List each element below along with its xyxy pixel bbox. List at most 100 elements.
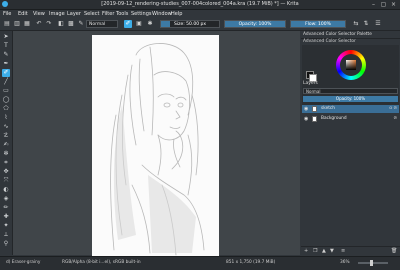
brush-preset-name: d) Eraser-grainy — [6, 260, 41, 265]
hue-ring[interactable] — [336, 50, 366, 80]
color-picker-icon[interactable]: ✏ — [2, 204, 10, 212]
title-bar: [2019-09-12_rendering-studies_007-004col… — [0, 0, 400, 10]
zoom-tool-icon[interactable]: ⚲ — [2, 240, 10, 248]
maximize-button[interactable]: ▢ — [380, 1, 387, 8]
minimize-button[interactable]: – — [370, 1, 377, 8]
select-shapes-icon[interactable]: ➤ — [2, 33, 10, 41]
layer-properties-icon[interactable]: ≡ — [341, 248, 345, 254]
visibility-eye-icon[interactable]: ◉ — [304, 116, 310, 122]
rectangle-tool-icon[interactable]: ▭ — [2, 87, 10, 95]
docker-panel: Advanced Color Selector Palette Advanced… — [301, 31, 400, 255]
status-bar: d) Eraser-grainy RGB/Alpha (8-bit i...el… — [0, 256, 400, 270]
measure-tool-icon[interactable]: ⟂ — [2, 231, 10, 239]
docker-tabs: Advanced Color Selector Palette — [301, 31, 400, 39]
layer-buttons: + ❐ ▲ ▼ ≡ 🗑 — [301, 246, 400, 255]
add-layer-icon[interactable]: + — [304, 248, 308, 254]
dynamic-brush-icon[interactable]: ✍ — [2, 141, 10, 149]
toolbox: ➤ T ✎ ✒ ✐ ╱ ▭ ◯ ⬠ ⌇ ∿ ☡ ✍ ✻ ⌗ ✥ ⤧ ◐ ◈ ✏ … — [0, 31, 13, 255]
polygon-tool-icon[interactable]: ⬠ — [2, 105, 10, 113]
menu-window[interactable]: Window — [152, 11, 172, 17]
flow-slider-label: Flow: 100% — [305, 22, 331, 27]
visibility-eye-icon[interactable]: ◉ — [304, 106, 310, 112]
layer-properties-icons[interactable]: α ⊘ — [389, 106, 397, 111]
freehand-brush-icon[interactable]: ✐ — [2, 69, 10, 77]
wrap-around-icon[interactable]: ✱ — [146, 20, 154, 28]
menu-bar: File Edit View Image Layer Select Filter… — [0, 10, 400, 18]
menu-view[interactable]: View — [33, 11, 45, 17]
opacity-slider-label: Opacity: 100% — [238, 22, 272, 27]
layer-name: Background — [321, 116, 347, 121]
eraser-mode-icon[interactable]: ✐ — [124, 20, 132, 28]
menu-help[interactable]: Help — [171, 11, 182, 17]
line-tool-icon[interactable]: ╱ — [2, 78, 10, 86]
menu-layer[interactable]: Layer — [67, 11, 81, 17]
polyline-tool-icon[interactable]: ⌇ — [2, 114, 10, 122]
flow-slider[interactable]: Flow: 100% — [290, 20, 346, 28]
text-tool-icon[interactable]: T — [2, 42, 10, 50]
pattern-icon[interactable]: ▩ — [67, 20, 75, 28]
edit-shapes-icon[interactable]: ✎ — [2, 51, 10, 59]
color-selector-title: Advanced Color Selector — [303, 39, 356, 44]
ellipse-tool-icon[interactable]: ◯ — [2, 96, 10, 104]
workspace-icon[interactable]: ☰ — [374, 20, 382, 28]
bezier-tool-icon[interactable]: ∿ — [2, 123, 10, 131]
zoom-slider-knob[interactable] — [370, 260, 373, 266]
gradient-tool-icon[interactable]: ◐ — [2, 186, 10, 194]
redo-icon[interactable]: ↷ — [45, 20, 53, 28]
layer-name: sketch — [321, 106, 335, 111]
hue-ring-inner — [340, 54, 362, 76]
brush-toolbar: ▤ ▥ ▦ ↶ ↷ ◧ ▩ ✎ Normal ✐ ▣ ✱ Size: 50.00… — [0, 18, 400, 31]
transform-tool-icon[interactable]: ⤧ — [2, 177, 10, 185]
undo-icon[interactable]: ↶ — [35, 20, 43, 28]
mirror-horizontal-icon[interactable]: ⇆ — [352, 20, 360, 28]
fill-tool-icon[interactable]: ◈ — [2, 195, 10, 203]
layer-row-sketch[interactable]: ◉ sketch α ⊘ — [302, 105, 399, 113]
saturation-value-square[interactable] — [346, 60, 356, 70]
menu-file[interactable]: File — [3, 11, 11, 17]
multibrush-icon[interactable]: ✻ — [2, 150, 10, 158]
zoom-level[interactable]: 36% — [340, 260, 350, 265]
opacity-slider[interactable]: Opacity: 100% — [224, 20, 286, 28]
freehand-path-icon[interactable]: ☡ — [2, 132, 10, 140]
delete-layer-icon[interactable]: 🗑 — [391, 248, 397, 254]
menu-image[interactable]: Image — [49, 11, 65, 17]
zoom-slider[interactable] — [358, 260, 388, 266]
menu-tools[interactable]: Tools — [116, 11, 128, 17]
tab-palette[interactable]: Palette — [357, 32, 372, 37]
calligraphy-icon[interactable]: ✒ — [2, 60, 10, 68]
mirror-vertical-icon[interactable]: ⇅ — [362, 20, 370, 28]
menu-edit[interactable]: Edit — [18, 11, 28, 17]
image-dimensions: 851 x 1,750 (19.7 MiB) — [226, 260, 276, 265]
sketch-drawing — [110, 43, 205, 256]
size-slider-label: Size: 50.00 px — [173, 22, 207, 27]
move-layer-down-icon[interactable]: ▼ — [330, 248, 334, 254]
preserve-alpha-icon[interactable]: ▣ — [135, 20, 143, 28]
size-slider[interactable]: Size: 50.00 px — [160, 20, 220, 28]
layer-thumbnail — [312, 106, 317, 112]
menu-settings[interactable]: Settings — [131, 11, 152, 17]
move-tool-icon[interactable]: ✥ — [2, 168, 10, 176]
open-document-icon[interactable]: ▥ — [13, 20, 21, 28]
layer-lock-icon[interactable]: ⊘ — [393, 116, 397, 121]
menu-filter[interactable]: Filter — [102, 11, 114, 17]
smart-patch-icon[interactable]: ✚ — [2, 213, 10, 221]
save-icon[interactable]: ▦ — [23, 20, 31, 28]
drawing-canvas[interactable] — [92, 35, 219, 257]
move-layer-up-icon[interactable]: ▲ — [322, 248, 326, 254]
brush-preset-icon[interactable]: ✎ — [77, 20, 85, 28]
layer-opacity-slider[interactable]: Opacity: 100% — [303, 96, 398, 102]
gradient-icon[interactable]: ◧ — [57, 20, 65, 28]
layer-row-background[interactable]: ◉ Background ⊘ — [302, 115, 399, 123]
layer-blend-mode-select[interactable]: Normal — [303, 88, 398, 94]
assistant-tool-icon[interactable]: ✦ — [2, 222, 10, 230]
tab-advanced-color-selector[interactable]: Advanced Color Selector — [303, 32, 356, 37]
blend-mode-select[interactable]: Normal — [86, 20, 118, 28]
new-document-icon[interactable]: ▤ — [3, 20, 11, 28]
close-button[interactable]: × — [390, 1, 397, 8]
layers-title: Layers — [303, 81, 318, 86]
color-space-info: RGB/Alpha (8-bit i...el), sRGB built-in — [62, 260, 141, 265]
duplicate-layer-icon[interactable]: ❐ — [313, 248, 317, 254]
menu-select[interactable]: Select — [84, 11, 99, 17]
crop-tool-icon[interactable]: ⌗ — [2, 159, 10, 167]
canvas-workspace[interactable] — [13, 31, 300, 257]
